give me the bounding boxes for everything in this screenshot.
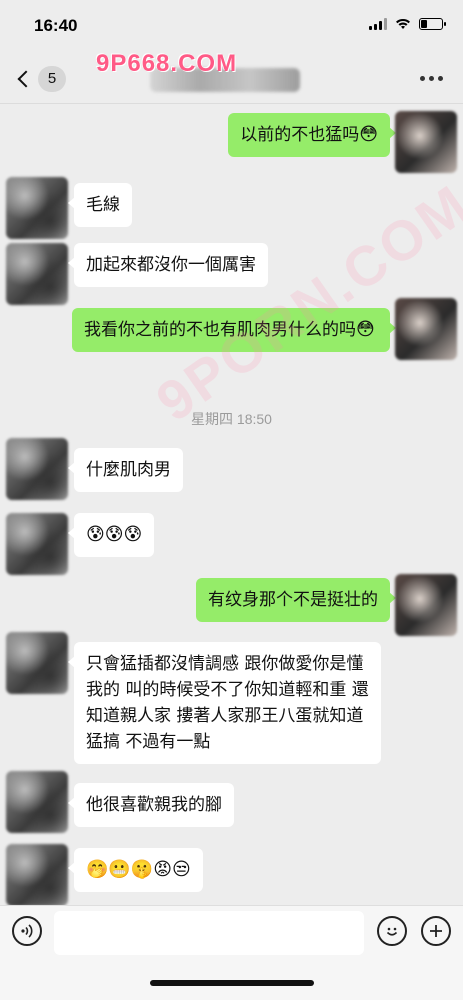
message-text: 加起來都沒你一個厲害 [86,255,256,275]
emoji-flushed-icon: 😳 [356,319,375,340]
more-dots-icon[interactable] [420,76,443,81]
emoji-sweat-icon: 😰😰😰 [86,524,143,545]
incoming-message[interactable]: 什麼肌肉男 [68,448,183,492]
message-text: 有纹身那个不是挺壮的 [208,590,378,610]
avatar[interactable] [6,513,68,575]
message-text: 只會猛插都沒情調感 跟你做愛你是懂我的 叫的時候受不了你知道輕和重 還知道親人家… [86,654,369,752]
avatar[interactable] [6,438,68,500]
avatar[interactable] [395,298,457,360]
incoming-message[interactable]: 加起來都沒你一個厲害 [68,243,268,287]
voice-icon[interactable] [12,916,42,946]
message-text: 以前的不也猛吗 [240,125,360,145]
incoming-message[interactable]: 他很喜歡親我的腳 [68,783,234,827]
signal-icon [369,18,387,30]
incoming-message[interactable]: 只會猛插都沒情調感 跟你做愛你是懂我的 叫的時候受不了你知道輕和重 還知道親人家… [68,642,381,764]
unread-count-badge: 5 [38,66,66,92]
chat-area[interactable]: 以前的不也猛吗😳 毛線 加起來都沒你一個厲害 我看你之前的不也有肌肉男什么的吗😳… [0,105,463,906]
message-text: 他很喜歡親我的腳 [86,795,222,815]
plus-icon[interactable] [421,916,451,946]
incoming-message[interactable]: 毛線 [68,183,132,227]
avatar[interactable] [6,177,68,239]
message-input[interactable] [54,911,364,955]
home-indicator[interactable] [150,980,314,986]
status-bar: 16:40 [0,0,463,54]
emoji-icon[interactable] [377,916,407,946]
emoji-reaction-icon: 🤭😬🤫😡😒 [86,859,191,880]
chevron-left-icon [17,70,35,88]
message-text: 我看你之前的不也有肌肉男什么的吗 [84,320,356,340]
status-icons [369,18,446,30]
incoming-message[interactable]: 🤭😬🤫😡😒 [68,848,203,892]
outgoing-message[interactable]: 以前的不也猛吗😳 [228,113,396,157]
message-text: 毛線 [86,195,120,215]
status-time: 16:40 [34,16,78,35]
battery-icon [419,18,446,30]
back-button[interactable]: 5 [14,66,66,92]
avatar[interactable] [6,632,68,694]
message-text: 什麼肌肉男 [86,460,171,480]
avatar[interactable] [6,771,68,833]
avatar[interactable] [395,111,457,173]
outgoing-message[interactable]: 我看你之前的不也有肌肉男什么的吗😳 [72,308,396,352]
watermark-logo: 9P668.COM [96,50,238,77]
timestamp: 星期四 18:50 [191,411,272,427]
avatar[interactable] [6,243,68,305]
wifi-icon [396,18,410,29]
incoming-message[interactable]: 😰😰😰 [67,513,155,557]
avatar[interactable] [6,844,68,906]
outgoing-message[interactable]: 有纹身那个不是挺壮的 [196,578,396,622]
emoji-flushed-icon: 😳 [359,124,378,145]
avatar[interactable] [395,574,457,636]
